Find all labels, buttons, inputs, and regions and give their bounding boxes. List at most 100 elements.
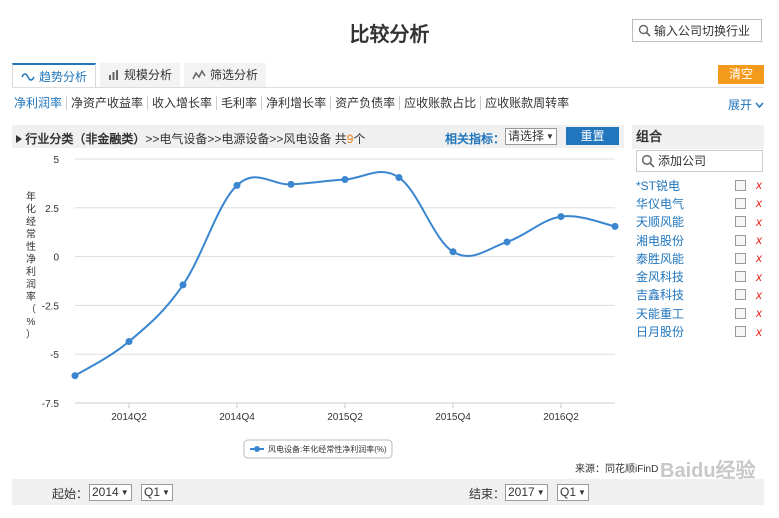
metric-link[interactable]: 应收账款周转率 [481,96,573,110]
caret-down-icon: ▼ [546,132,554,141]
related-indicator-select[interactable]: 请选择 ▼ [505,128,557,145]
remove-icon[interactable]: x [756,325,764,339]
y-tick-label: -5 [50,350,59,361]
data-point [557,213,565,221]
x-tick-label: 2014Q4 [219,412,255,423]
remove-icon[interactable]: x [756,251,764,265]
clear-button[interactable]: 清空 [718,65,764,84]
y-tick-label: 5 [53,155,59,166]
trend-chart: 5 2.5 0 -2.5 -5 -7.5 2014Q2 2014Q4 2015Q2 2015Q4 2… [26,155,619,459]
end-quarter-select[interactable]: Q1 ▼ [557,484,589,501]
y-axis-label-char: 经 [26,215,36,228]
data-point [233,181,241,189]
metric-link[interactable]: 净利增长率 [262,96,332,110]
y-axis-label-char: % [27,317,36,328]
caret-down-icon: ▼ [536,488,545,497]
remove-icon[interactable]: x [756,288,764,302]
company-name[interactable]: 泰胜风能 [636,250,735,267]
list-item: 华仪电气 x [636,194,764,212]
select-value: 2017 [508,485,535,499]
data-point [611,222,619,230]
metric-link[interactable]: 资产负债率 [331,96,401,110]
company-checkbox[interactable] [735,307,746,319]
source-note: 来源：同花顺iFinD [575,464,659,475]
metric-link[interactable]: 净资产收益率 [67,96,149,110]
y-axis-label-char: 常 [26,228,36,241]
remove-icon[interactable]: x [756,215,764,229]
company-checkbox[interactable] [735,289,746,301]
remove-icon[interactable]: x [756,178,764,192]
company-checkbox[interactable] [735,234,746,246]
reset-button[interactable]: 重置 [566,127,619,145]
company-name[interactable]: 湘电股份 [636,232,735,249]
data-point [179,281,187,289]
company-checkbox[interactable] [735,197,746,209]
data-point [449,248,457,256]
company-checkbox[interactable] [735,271,746,283]
add-company-input[interactable] [658,154,758,168]
select-value: Q1 [144,485,161,499]
metric-link[interactable]: 净利润率 [14,96,68,110]
start-year-select[interactable]: 2014 ▼ [89,484,132,501]
caret-down-icon: ▼ [162,488,170,497]
legend-label: 风电设备:年化经常性净利润率(%) [268,444,387,454]
company-search-input[interactable] [654,23,754,38]
legend: 风电设备:年化经常性净利润率(%) [243,439,393,459]
metric-link[interactable]: 毛利率 [217,96,263,110]
list-item: 吉鑫科技 x [636,286,764,304]
filter-chart-icon [192,69,206,80]
company-checkbox[interactable] [735,216,746,228]
metric-links: 净利润率 净资产收益率 收入增长率 毛利率 净利增长率 资产负债率 应收账款占比… [14,96,573,110]
data-point [71,372,79,380]
count-prefix: 共 [334,132,347,146]
tab-divider [12,87,764,88]
y-axis-label-char: 年 [26,190,36,203]
company-name[interactable]: 华仪电气 [636,195,735,212]
company-name[interactable]: 天顺风能 [636,213,735,230]
remove-icon[interactable]: x [756,270,764,284]
tab-scale[interactable]: 规模分析 [100,63,181,87]
company-name[interactable]: 日月股份 [636,323,735,340]
group-title: 组合 [632,125,764,149]
remove-icon[interactable]: x [756,196,764,210]
company-list: *ST锐电 x 华仪电气 x 天顺风能 x 湘电股份 x 泰胜风能 x 金风科技 x 吉鑫科… [636,176,764,341]
company-name[interactable]: 金风科技 [636,268,735,285]
y-tick-label: -7.5 [42,399,60,410]
start-quarter-select[interactable]: Q1 ▼ [141,484,173,501]
tab-filter[interactable]: 筛选分析 [184,63,267,87]
count-suffix: 个 [353,132,366,146]
expand-link[interactable]: 展开 [728,96,764,113]
related-indicator-label: 相关指标： [445,132,506,146]
search-icon [638,24,651,37]
y-axis-label-char: ） [26,329,36,341]
remove-icon[interactable]: x [756,233,764,247]
end-year-select[interactable]: 2017 ▼ [505,484,548,501]
industry-breadcrumb: 行业分类（非金融类）>>电气设备>>电源设备>>风电设备 共9个 [16,130,365,147]
add-company[interactable] [636,150,763,172]
data-point [503,238,511,246]
x-tick-label: 2016Q2 [543,412,579,423]
metric-link[interactable]: 收入增长率 [148,96,218,110]
tab-trend[interactable]: 趋势分析 [12,63,97,88]
metric-link[interactable]: 应收账款占比 [400,96,482,110]
company-checkbox[interactable] [735,326,746,338]
select-value: 请选择 [508,129,545,143]
company-name[interactable]: *ST锐电 [636,177,735,194]
y-axis-label-char: 净 [26,253,36,266]
triangle-right-icon [16,135,22,143]
tab-label: 筛选分析 [210,68,259,82]
company-checkbox[interactable] [735,252,746,264]
data-point [125,338,133,346]
company-name[interactable]: 天能重工 [636,305,735,322]
trend-icon [21,72,35,81]
industry-path[interactable]: >>电气设备>>电源设备>>风电设备 [145,132,331,146]
list-item: 天能重工 x [636,304,764,322]
y-axis-label-char: 率 [26,290,36,303]
list-item: 湘电股份 x [636,231,764,249]
company-name[interactable]: 吉鑫科技 [636,286,735,303]
y-axis-label-char: 润 [26,278,36,291]
end-label: 结束： [469,487,506,501]
company-checkbox[interactable] [735,179,746,191]
company-search[interactable] [632,19,762,42]
remove-icon[interactable]: x [756,306,764,320]
